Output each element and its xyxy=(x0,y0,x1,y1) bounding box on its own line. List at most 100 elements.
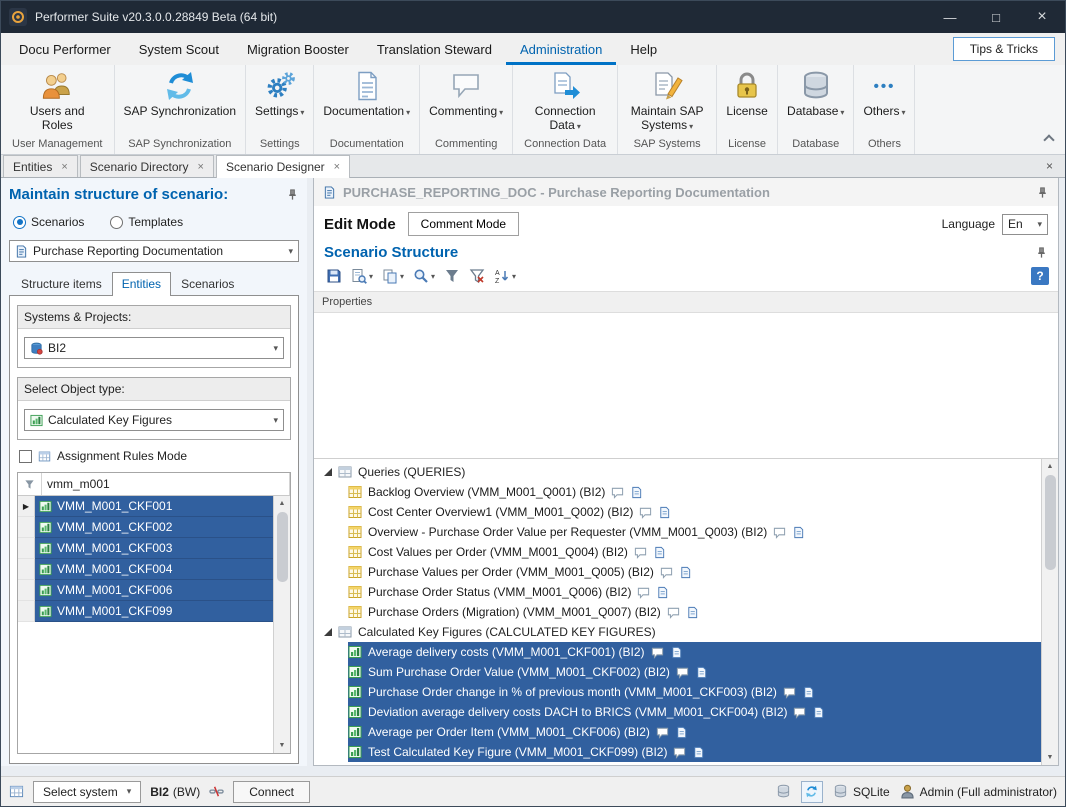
tree-item[interactable]: Overview - Purchase Order Value per Requ… xyxy=(314,522,1041,542)
tree-item[interactable]: Average delivery costs (VMM_M001_CKF001)… xyxy=(314,642,1041,662)
close-icon[interactable]: × xyxy=(198,161,204,173)
users-and-roles-button[interactable]: Users and Roles xyxy=(10,70,105,133)
scrollbar-thumb[interactable] xyxy=(277,512,288,582)
comment-icon[interactable] xyxy=(676,666,689,679)
tabstrip-close-button[interactable]: × xyxy=(1046,159,1063,177)
filter-funnel-icon[interactable] xyxy=(18,473,42,495)
radio-templates[interactable]: Templates xyxy=(110,215,183,229)
tree-item[interactable]: Cost Center Overview1 (VMM_M001_Q002) (B… xyxy=(314,502,1041,522)
tree-group-queries[interactable]: Queries (QUERIES) xyxy=(314,462,1041,482)
document-icon[interactable] xyxy=(692,746,705,759)
database-button[interactable]: Database▾ xyxy=(787,70,844,119)
save-button[interactable] xyxy=(323,266,345,286)
documentation-button[interactable]: Documentation▾ xyxy=(323,70,410,119)
document-icon[interactable] xyxy=(679,566,692,579)
assignment-rules-mode-toggle[interactable]: Assignment Rules Mode xyxy=(19,449,291,463)
grid-row[interactable]: VMM_M001_CKF002 xyxy=(18,517,273,538)
tree-item[interactable]: Test Calculated Key Figure (VMM_M001_CKF… xyxy=(314,742,1041,762)
scroll-down-icon[interactable]: ▼ xyxy=(1042,750,1058,765)
tree-item[interactable]: Purchase Order Status (VMM_M001_Q006) (B… xyxy=(314,582,1041,602)
others-button[interactable]: ••• Others▾ xyxy=(863,70,905,119)
comment-icon[interactable] xyxy=(634,546,647,559)
connection-data-button[interactable]: Connection Data▾ xyxy=(522,70,608,133)
current-user[interactable]: Admin (Full administrator) xyxy=(900,784,1057,799)
grid-row[interactable]: VMM_M001_CKF003 xyxy=(18,538,273,559)
sync-button[interactable] xyxy=(801,781,823,803)
chevron-down-icon[interactable]: ▾ xyxy=(273,415,278,426)
database-icon[interactable] xyxy=(776,784,791,799)
chevron-down-icon[interactable]: ▾ xyxy=(273,343,278,354)
filter-button[interactable] xyxy=(441,266,463,286)
tab-scenario-directory[interactable]: Scenario Directory × xyxy=(80,155,214,177)
help-button[interactable]: ? xyxy=(1031,267,1049,285)
document-icon[interactable] xyxy=(695,666,708,679)
comment-icon[interactable] xyxy=(637,586,650,599)
sort-button[interactable]: ▾ xyxy=(491,266,519,286)
chevron-down-icon[interactable]: ▾ xyxy=(288,246,293,257)
zoom-button[interactable]: ▾ xyxy=(410,266,438,286)
tree-item[interactable]: Cost Values per Order (VMM_M001_Q004) (B… xyxy=(314,542,1041,562)
document-icon[interactable] xyxy=(670,646,683,659)
grid-row[interactable]: VMM_M001_CKF004 xyxy=(18,559,273,580)
system-combo[interactable]: BI2 ▾ xyxy=(24,337,284,359)
preview-button[interactable]: ▾ xyxy=(348,266,376,286)
tree-item[interactable]: Purchase Orders (Migration) (VMM_M001_Q0… xyxy=(314,602,1041,622)
document-icon[interactable] xyxy=(675,726,688,739)
collapse-triangle-icon[interactable] xyxy=(324,468,332,476)
document-icon[interactable] xyxy=(686,606,699,619)
tree-item[interactable]: Average per Order Item (VMM_M001_CKF006)… xyxy=(314,722,1041,742)
menu-administration[interactable]: Administration xyxy=(506,33,616,65)
document-icon[interactable] xyxy=(630,486,643,499)
menu-migration-booster[interactable]: Migration Booster xyxy=(233,33,363,65)
collapse-triangle-icon[interactable] xyxy=(324,628,332,636)
menu-help[interactable]: Help xyxy=(616,33,671,65)
comment-icon[interactable] xyxy=(773,526,786,539)
document-icon[interactable] xyxy=(802,686,815,699)
tree-item[interactable]: Sum Purchase Order Value (VMM_M001_CKF00… xyxy=(314,662,1041,682)
document-icon[interactable] xyxy=(658,506,671,519)
tree-item[interactable]: Purchase Order change in % of previous m… xyxy=(314,682,1041,702)
document-icon[interactable] xyxy=(656,586,669,599)
tips-tricks-button[interactable]: Tips & Tricks xyxy=(953,37,1055,61)
language-combo[interactable]: En ▾ xyxy=(1002,214,1048,235)
comment-icon[interactable] xyxy=(651,646,664,659)
tab-structure-items[interactable]: Structure items xyxy=(11,272,112,296)
tree-item[interactable]: Deviation average delivery costs DACH to… xyxy=(314,702,1041,722)
scroll-down-icon[interactable]: ▼ xyxy=(274,738,290,753)
connect-button[interactable]: Connect xyxy=(233,781,310,803)
comment-icon[interactable] xyxy=(667,606,680,619)
scroll-up-icon[interactable]: ▲ xyxy=(274,496,290,511)
tree-group-calculated-key-figures[interactable]: Calculated Key Figures (CALCULATED KEY F… xyxy=(314,622,1041,642)
tab-scenario-designer[interactable]: Scenario Designer × xyxy=(216,155,350,178)
comment-icon[interactable] xyxy=(673,746,686,759)
comment-icon[interactable] xyxy=(639,506,652,519)
document-icon[interactable] xyxy=(792,526,805,539)
scenario-combo[interactable]: Purchase Reporting Documentation ▾ xyxy=(9,240,299,262)
grid-row[interactable]: VMM_M001_CKF006 xyxy=(18,580,273,601)
document-icon[interactable] xyxy=(812,706,825,719)
commenting-button[interactable]: Commenting▾ xyxy=(429,70,503,119)
tab-entities-panel[interactable]: Entities xyxy=(112,272,171,296)
radio-scenarios[interactable]: Scenarios xyxy=(13,215,84,229)
pin-icon[interactable] xyxy=(1035,246,1048,259)
clear-filter-button[interactable] xyxy=(466,266,488,286)
tree-item[interactable]: Purchase Values per Order (VMM_M001_Q005… xyxy=(314,562,1041,582)
comment-icon[interactable] xyxy=(611,486,624,499)
comment-icon[interactable] xyxy=(656,726,669,739)
scrollbar-thumb[interactable] xyxy=(1045,475,1056,570)
grid-row[interactable]: VMM_M001_CKF099 xyxy=(18,601,273,622)
close-icon[interactable]: × xyxy=(61,161,67,173)
log-grid-icon[interactable] xyxy=(9,784,24,799)
license-button[interactable]: License xyxy=(726,70,768,119)
properties-header[interactable]: Properties xyxy=(314,291,1058,313)
maintain-sap-systems-button[interactable]: Maintain SAP Systems▾ xyxy=(627,70,707,133)
grid-row[interactable]: ▶ VMM_M001_CKF001 xyxy=(18,496,273,517)
copy-button[interactable]: ▾ xyxy=(379,266,407,286)
sap-synchronization-button[interactable]: SAP Synchronization xyxy=(124,70,237,119)
pin-icon[interactable] xyxy=(1036,186,1049,199)
select-system-button[interactable]: Select system ▾ xyxy=(33,781,141,803)
object-type-combo[interactable]: Calculated Key Figures ▾ xyxy=(24,409,284,431)
ribbon-collapse-button[interactable] xyxy=(1043,134,1054,145)
tab-scenarios-panel[interactable]: Scenarios xyxy=(171,272,244,296)
comment-mode-button[interactable]: Comment Mode xyxy=(408,212,519,236)
